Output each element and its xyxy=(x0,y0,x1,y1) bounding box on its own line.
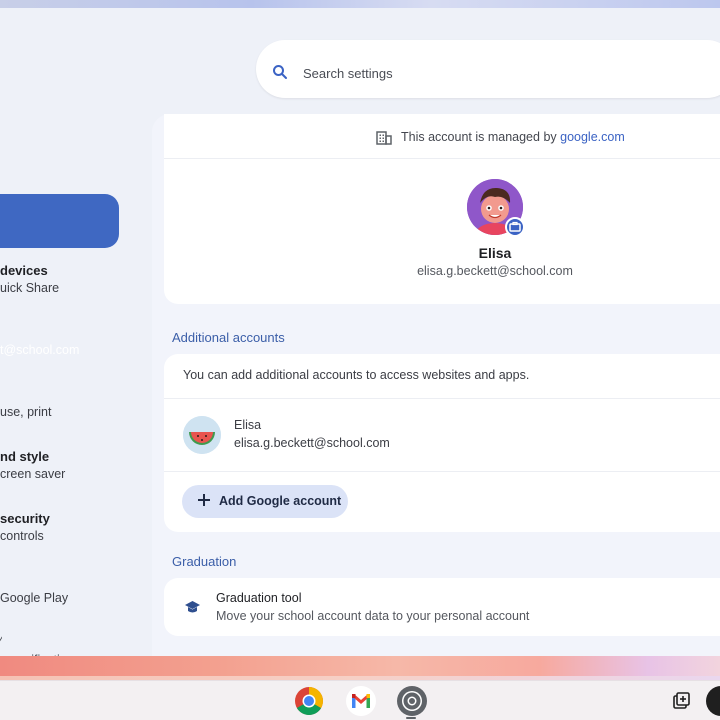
sidebar-item-security-title[interactable]: security xyxy=(0,511,50,526)
graduation-tool-subtitle: Move your school account data to your pe… xyxy=(216,609,530,623)
plus-icon xyxy=(198,494,210,506)
add-google-account-label: Add Google account xyxy=(219,494,342,508)
sidebar-item-accessibility-title[interactable]: ⁄ xyxy=(0,633,2,649)
account-divider xyxy=(164,471,720,472)
sidebar-item-devices-subtitle[interactable]: uick Share xyxy=(0,281,59,295)
profile-email: elisa.g.beckett@school.com xyxy=(417,264,573,278)
graduation-tool-title: Graduation tool xyxy=(216,591,302,605)
profile-name: Elisa xyxy=(478,245,512,261)
active-app-indicator xyxy=(406,717,416,719)
managed-badge-icon xyxy=(505,217,525,237)
gmail-icon[interactable] xyxy=(346,686,376,716)
search-input[interactable]: Search settings xyxy=(303,66,393,81)
graduation-tool-row[interactable] xyxy=(164,578,720,636)
sidebar-item-personalization-title[interactable]: nd style xyxy=(0,449,49,464)
account-row-name: Elisa xyxy=(234,418,262,432)
add-google-account-button[interactable]: Add Google account xyxy=(182,485,348,518)
managed-divider xyxy=(164,158,720,159)
sidebar-item-apps-subtitle[interactable]: Google Play xyxy=(0,591,68,605)
additional-accounts-heading: Additional accounts xyxy=(172,330,285,345)
watermelon-avatar-icon xyxy=(183,416,221,454)
managed-by-text: This account is managed by google.com xyxy=(401,130,625,144)
settings-icon[interactable] xyxy=(397,686,427,716)
sidebar-item-device-subtitle[interactable]: use, print xyxy=(0,405,51,419)
building-icon xyxy=(376,131,392,145)
sidebar-item-accounts-subtitle[interactable]: t@school.com xyxy=(0,343,79,357)
search-icon xyxy=(273,65,287,79)
sidebar-item-accounts[interactable] xyxy=(0,194,119,248)
info-divider xyxy=(164,398,720,399)
managed-domain-link[interactable]: google.com xyxy=(560,130,625,144)
tote-icon[interactable] xyxy=(672,692,690,710)
desktop-top-strip xyxy=(0,0,720,8)
sidebar-item-personalization-subtitle[interactable]: creen saver xyxy=(0,467,65,481)
sidebar-item-security-subtitle[interactable]: controls xyxy=(0,529,44,543)
managed-by-prefix: This account is managed by xyxy=(401,130,557,144)
account-row-email: elisa.g.beckett@school.com xyxy=(234,436,390,450)
graduation-heading: Graduation xyxy=(172,554,237,569)
search-bar[interactable]: Search settings xyxy=(256,40,720,98)
account-avatar xyxy=(183,416,221,454)
chrome-icon[interactable] xyxy=(294,686,324,716)
additional-accounts-info: You can add additional accounts to acces… xyxy=(183,368,530,382)
graduation-cap-icon xyxy=(185,601,200,613)
